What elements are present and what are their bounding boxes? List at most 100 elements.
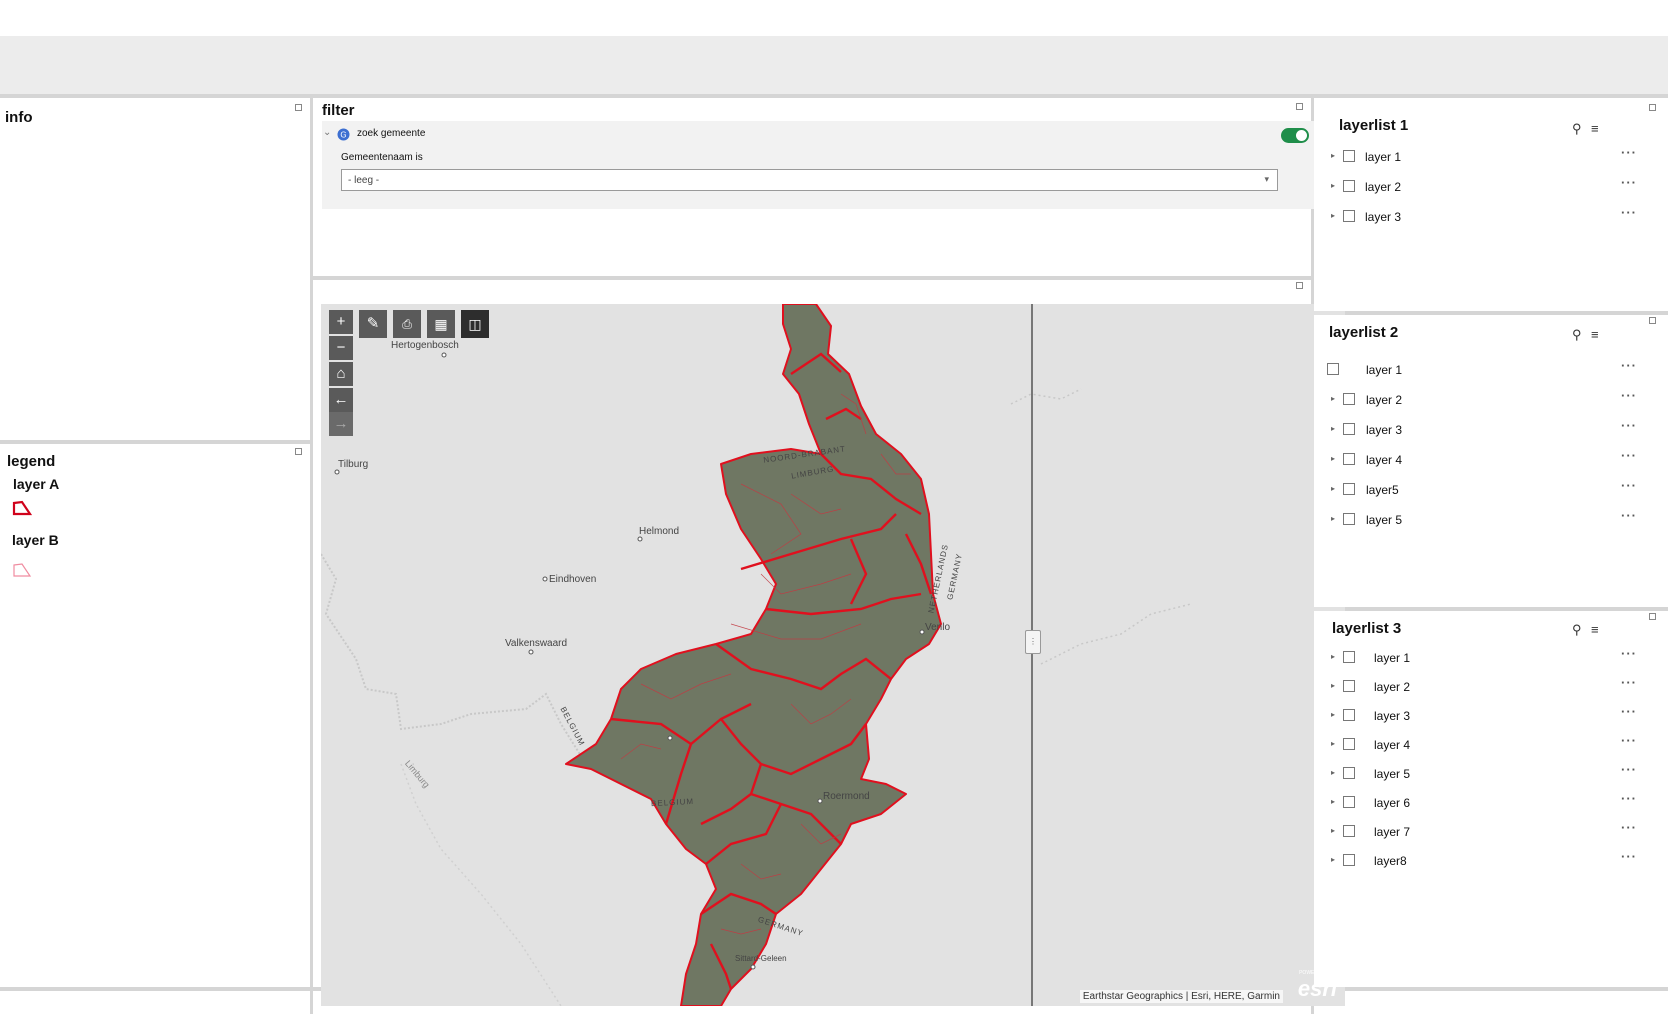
- layer-label: layer 5: [1366, 513, 1403, 527]
- more-options-icon[interactable]: ···: [1621, 646, 1637, 661]
- expand-icon[interactable]: ▸: [1331, 424, 1335, 433]
- layer-label: layer 5: [1374, 767, 1411, 781]
- layer-row[interactable]: ▸ layer 6 ···: [1331, 791, 1651, 814]
- expand-icon[interactable]: ▸: [1331, 797, 1335, 806]
- more-options-icon[interactable]: ···: [1621, 478, 1637, 493]
- layer-checkbox[interactable]: [1343, 680, 1355, 692]
- filter-field-label: Gemeentenaam is: [341, 152, 423, 163]
- maximize-icon[interactable]: [1296, 103, 1303, 110]
- layer-checkbox[interactable]: [1343, 453, 1355, 465]
- more-options-icon[interactable]: ···: [1621, 849, 1637, 864]
- measure-pencil-button[interactable]: ✎: [359, 310, 387, 338]
- info-panel: info: [0, 102, 310, 440]
- more-options-icon[interactable]: ···: [1621, 418, 1637, 433]
- gemeente-select[interactable]: - leeg - ▾: [341, 169, 1278, 191]
- expand-icon[interactable]: ▸: [1331, 710, 1335, 719]
- filter-list-icon[interactable]: ≡: [1591, 622, 1599, 637]
- layerlist-3-title: layerlist 3: [1332, 620, 1402, 637]
- layer-row[interactable]: ▸ layer 2 ···: [1331, 175, 1651, 198]
- layer-row[interactable]: ▸ layer 1 ···: [1331, 646, 1651, 669]
- layer-checkbox[interactable]: [1343, 796, 1355, 808]
- layer-row[interactable]: ▸ layer 7 ···: [1331, 820, 1651, 843]
- expand-icon[interactable]: ▸: [1331, 181, 1335, 190]
- layer-checkbox[interactable]: [1343, 210, 1355, 222]
- more-options-icon[interactable]: ···: [1621, 820, 1637, 835]
- print-button[interactable]: ⎙: [393, 310, 421, 338]
- layer-row[interactable]: ▸ layer 3 ···: [1331, 205, 1651, 228]
- layer-checkbox[interactable]: [1343, 423, 1355, 435]
- layer-row[interactable]: ▸ layer 2 ···: [1331, 388, 1651, 411]
- more-options-icon[interactable]: ···: [1621, 388, 1637, 403]
- more-options-icon[interactable]: ···: [1621, 175, 1637, 190]
- layer-checkbox[interactable]: [1343, 709, 1355, 721]
- more-options-icon[interactable]: ···: [1621, 704, 1637, 719]
- more-options-icon[interactable]: ···: [1621, 448, 1637, 463]
- more-options-icon[interactable]: ···: [1621, 733, 1637, 748]
- more-options-icon[interactable]: ···: [1621, 675, 1637, 690]
- search-icon[interactable]: ⚲: [1572, 121, 1582, 137]
- search-icon[interactable]: ⚲: [1572, 327, 1582, 343]
- home-button[interactable]: ⌂: [329, 362, 353, 386]
- layer-row[interactable]: ▸ layer 1 ···: [1331, 145, 1651, 168]
- layer-row[interactable]: ▸ layer 2 ···: [1331, 675, 1651, 698]
- layer-row[interactable]: ▸ layer 5 ···: [1331, 762, 1651, 785]
- filter-list-icon[interactable]: ≡: [1591, 327, 1599, 342]
- expand-icon[interactable]: ▸: [1331, 652, 1335, 661]
- layer-checkbox[interactable]: [1327, 363, 1339, 375]
- layer-checkbox[interactable]: [1343, 483, 1355, 495]
- maximize-icon[interactable]: [1649, 104, 1656, 111]
- more-options-icon[interactable]: ···: [1621, 762, 1637, 777]
- layer-row[interactable]: ▸ layer 3 ···: [1331, 418, 1651, 441]
- layer-checkbox[interactable]: [1343, 150, 1355, 162]
- expand-icon[interactable]: ▸: [1331, 855, 1335, 864]
- layer-row[interactable]: ▸ layer 3 ···: [1331, 704, 1651, 727]
- expand-icon[interactable]: ▸: [1331, 681, 1335, 690]
- zoom-in-button[interactable]: +: [329, 310, 353, 334]
- expand-icon[interactable]: ▸: [1331, 394, 1335, 403]
- swipe-button[interactable]: ◫: [461, 310, 489, 338]
- layer-checkbox[interactable]: [1343, 393, 1355, 405]
- layerlist-1-panel: layerlist 1 ⚲ ≡ ▸ layer 1 ··· ▸ layer 2 …: [1314, 102, 1668, 311]
- layer-row[interactable]: ▸ layer8 ···: [1331, 849, 1651, 872]
- maximize-icon[interactable]: [1649, 613, 1656, 620]
- maximize-icon[interactable]: [1296, 282, 1303, 289]
- more-options-icon[interactable]: ···: [1621, 358, 1637, 373]
- more-options-icon[interactable]: ···: [1621, 508, 1637, 523]
- layer-checkbox[interactable]: [1343, 738, 1355, 750]
- swipe-handle[interactable]: ⋮: [1025, 630, 1041, 654]
- map-view[interactable]: Hertogenbosch Tilburg Helmond Eindhoven …: [321, 304, 1345, 1006]
- more-options-icon[interactable]: ···: [1621, 205, 1637, 220]
- filter-list-icon[interactable]: ≡: [1591, 121, 1599, 136]
- basemap-grid-button[interactable]: ▦: [427, 310, 455, 338]
- expand-icon[interactable]: ▸: [1331, 151, 1335, 160]
- layer-row[interactable]: ▸ layer 4 ···: [1331, 448, 1651, 471]
- layer-checkbox[interactable]: [1343, 180, 1355, 192]
- layer-checkbox[interactable]: [1343, 767, 1355, 779]
- layer-row[interactable]: ▸ layer5 ···: [1331, 478, 1651, 501]
- back-arrow-button[interactable]: ←: [329, 388, 353, 412]
- more-options-icon[interactable]: ···: [1621, 791, 1637, 806]
- zoom-out-button[interactable]: −: [329, 336, 353, 360]
- layer-row[interactable]: layer 1 ···: [1319, 358, 1651, 381]
- maximize-icon[interactable]: [295, 104, 302, 111]
- layer-checkbox[interactable]: [1343, 651, 1355, 663]
- maximize-icon[interactable]: [1649, 317, 1656, 324]
- expand-icon[interactable]: ▸: [1331, 514, 1335, 523]
- chevron-down-icon[interactable]: ⌄: [323, 127, 331, 138]
- layer-checkbox[interactable]: [1343, 825, 1355, 837]
- expand-icon[interactable]: ▸: [1331, 211, 1335, 220]
- more-options-icon[interactable]: ···: [1621, 145, 1637, 160]
- expand-icon[interactable]: ▸: [1331, 484, 1335, 493]
- layer-checkbox[interactable]: [1343, 854, 1355, 866]
- forward-arrow-button[interactable]: →: [329, 412, 353, 436]
- layer-checkbox[interactable]: [1343, 513, 1355, 525]
- expand-icon[interactable]: ▸: [1331, 454, 1335, 463]
- expand-icon[interactable]: ▸: [1331, 826, 1335, 835]
- layer-row[interactable]: ▸ layer 5 ···: [1331, 508, 1651, 531]
- layer-row[interactable]: ▸ layer 4 ···: [1331, 733, 1651, 756]
- maximize-icon[interactable]: [295, 448, 302, 455]
- expand-icon[interactable]: ▸: [1331, 739, 1335, 748]
- expand-icon[interactable]: ▸: [1331, 768, 1335, 777]
- filter-toggle[interactable]: [1281, 128, 1309, 143]
- search-icon[interactable]: ⚲: [1572, 622, 1582, 638]
